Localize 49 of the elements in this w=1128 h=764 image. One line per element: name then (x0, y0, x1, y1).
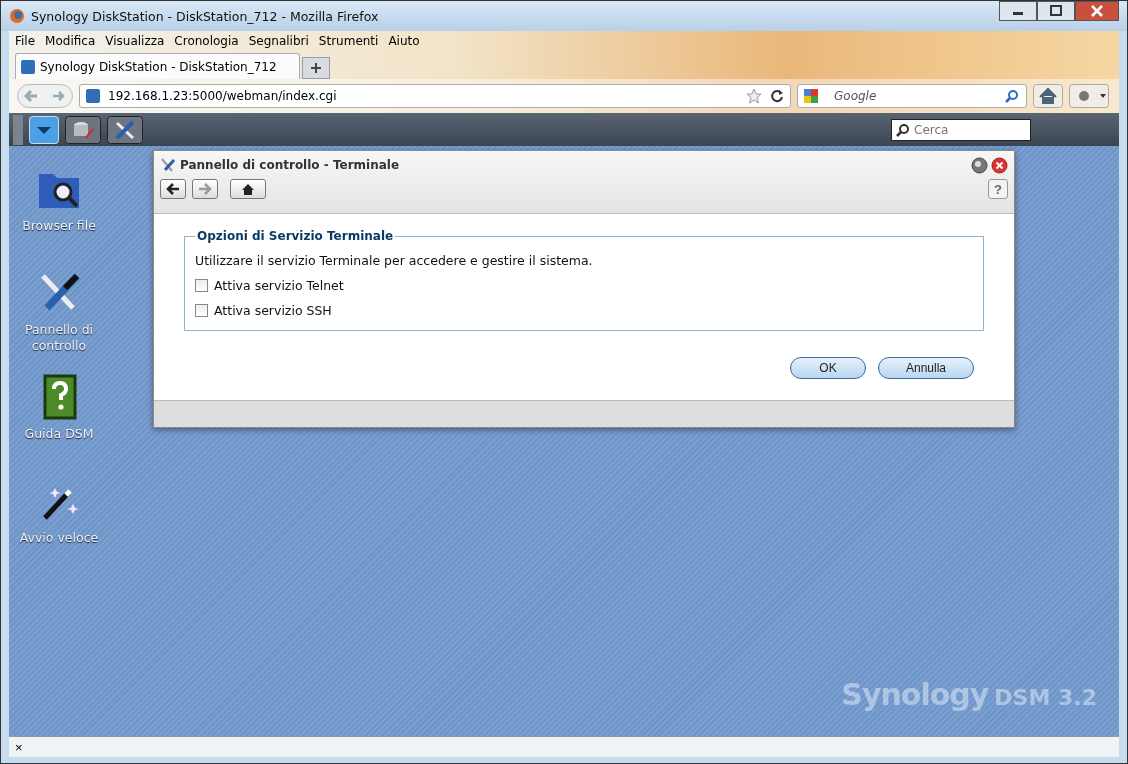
browser-tab[interactable]: Synology DiskStation - DiskStation_712 (15, 53, 300, 79)
favicon-icon (86, 89, 100, 103)
control-panel-app-button[interactable] (107, 115, 143, 144)
search-engine-icon (803, 88, 819, 104)
menu-item[interactable]: Modifica (45, 34, 96, 48)
minimize-button[interactable] (971, 156, 988, 174)
home-button[interactable] (230, 179, 266, 199)
description-text: Utilizzare il servizio Terminale per accedere e gestire il sistema. (195, 253, 594, 268)
taskbar-handle[interactable] (13, 114, 23, 145)
checkbox[interactable] (195, 279, 208, 292)
favicon-icon (21, 59, 35, 74)
menu-item[interactable]: Strumenti (318, 34, 379, 48)
web-search-field[interactable]: Google (797, 84, 1027, 108)
menu-item[interactable]: File (15, 34, 36, 48)
option-label[interactable]: Attiva servizio SSH (214, 303, 332, 318)
checkbox[interactable] (195, 304, 208, 317)
tools-icon (160, 157, 176, 173)
close-button[interactable] (1075, 1, 1119, 21)
dialog-title: Pannello di controllo - Terminale (180, 158, 400, 172)
search-icon (1005, 89, 1019, 103)
star-icon[interactable] (746, 88, 762, 104)
url-text: 192.168.1.23:5000/webman/index.cgi (108, 89, 338, 103)
menu-item[interactable]: Cronologia (174, 34, 239, 48)
desktop-search-field[interactable]: Cerca (891, 118, 1031, 141)
home-icon (241, 182, 255, 196)
section-title: Opzioni di Servizio Terminale (195, 229, 396, 243)
maximize-button[interactable] (1037, 1, 1075, 21)
brand-name: Synology (841, 677, 989, 712)
option-label[interactable]: Attiva servizio Telnet (214, 278, 344, 293)
new-tab-button[interactable] (301, 57, 330, 79)
back-button[interactable] (160, 179, 186, 199)
close-button[interactable]: × (15, 739, 23, 755)
close-button[interactable] (991, 156, 1008, 174)
help-button[interactable]: ? (988, 179, 1008, 199)
main-menu-button[interactable] (29, 115, 59, 144)
minimize-button[interactable] (999, 1, 1037, 21)
back-icon (166, 182, 180, 196)
search-icon (896, 122, 910, 137)
forward-button[interactable] (192, 179, 218, 199)
address-bar[interactable]: 192.168.1.23:5000/webman/index.cgi (79, 84, 791, 108)
menu-item[interactable]: Visualizza (105, 34, 165, 48)
cancel-button[interactable]: Annulla (878, 357, 974, 379)
menu-item[interactable]: Aiuto (388, 34, 420, 48)
menu-item[interactable]: Segnalibri (248, 34, 309, 48)
ok-button[interactable]: OK (790, 357, 866, 379)
reload-icon[interactable] (770, 89, 784, 103)
forward-icon (198, 182, 212, 196)
product-version: DSM 3.2 (994, 685, 1097, 710)
window-title: Synology DiskStation - DiskStation_712 - Mozilla Firefox (31, 8, 379, 24)
